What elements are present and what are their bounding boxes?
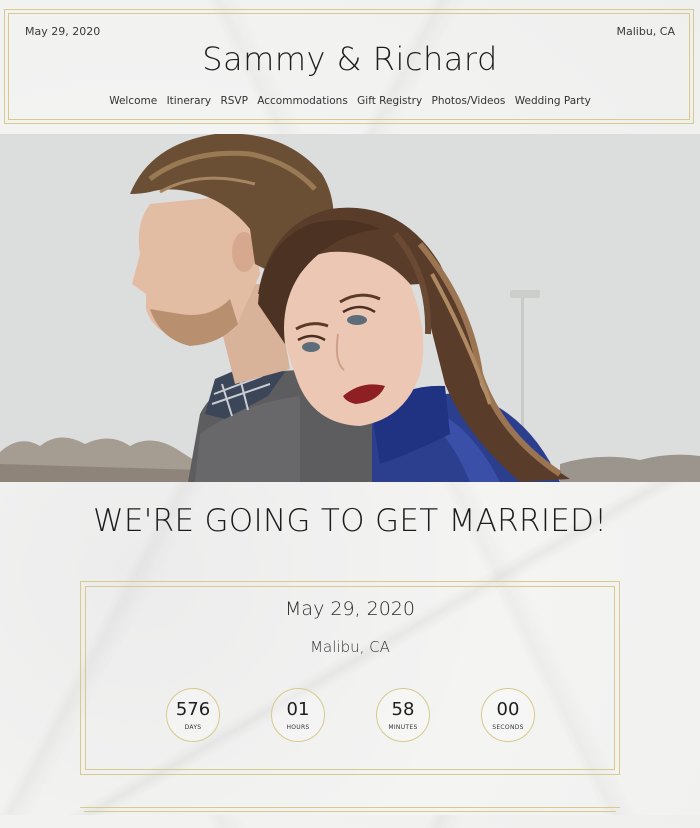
countdown-seconds-label: SECONDS [492, 724, 524, 731]
announcement-headline: WE'RE GOING TO GET MARRIED! [92, 503, 608, 539]
hero-photo [0, 134, 700, 482]
nav-item-gift-registry[interactable]: Gift Registry [357, 95, 422, 107]
countdown-days: 576 DAYS [166, 688, 220, 742]
countdown-minutes-value: 58 [391, 699, 415, 720]
countdown-hours-value: 01 [286, 699, 310, 720]
nav-item-rsvp[interactable]: RSVP [220, 95, 247, 107]
nav-item-photos-videos[interactable]: Photos/Videos [432, 95, 506, 107]
event-location: Malibu, CA [310, 638, 390, 656]
countdown-timer: 576 DAYS 01 HOURS 58 MINUTES 00 SECONDS [81, 688, 619, 746]
site-header: May 29, 2020 Malibu, CA Sammy & Richard … [0, 0, 700, 132]
next-section-frame [80, 807, 620, 828]
countdown-days-value: 576 [175, 699, 211, 720]
countdown-days-label: DAYS [184, 724, 202, 731]
nav-item-accommodations[interactable]: Accommodations [257, 95, 348, 107]
event-date: May 29, 2020 [285, 598, 415, 620]
countdown-seconds: 00 SECONDS [481, 688, 535, 742]
main-nav: Welcome Itinerary RSVP Accommodations Gi… [0, 95, 700, 107]
countdown-minutes-label: MINUTES [388, 724, 418, 731]
event-card: May 29, 2020 Malibu, CA 576 DAYS 01 HOUR… [80, 581, 620, 775]
couple-photo-illustration [0, 134, 700, 482]
countdown-hours: 01 HOURS [271, 688, 325, 742]
countdown-seconds-value: 00 [496, 699, 520, 720]
countdown-minutes: 58 MINUTES [376, 688, 430, 742]
site-title[interactable]: Sammy & Richard [0, 40, 700, 78]
nav-item-welcome[interactable]: Welcome [109, 95, 157, 107]
header-date: May 29, 2020 [25, 25, 101, 38]
nav-item-itinerary[interactable]: Itinerary [167, 95, 212, 107]
header-location: Malibu, CA [616, 25, 676, 38]
nav-item-wedding-party[interactable]: Wedding Party [515, 95, 591, 107]
countdown-hours-label: HOURS [286, 724, 310, 731]
